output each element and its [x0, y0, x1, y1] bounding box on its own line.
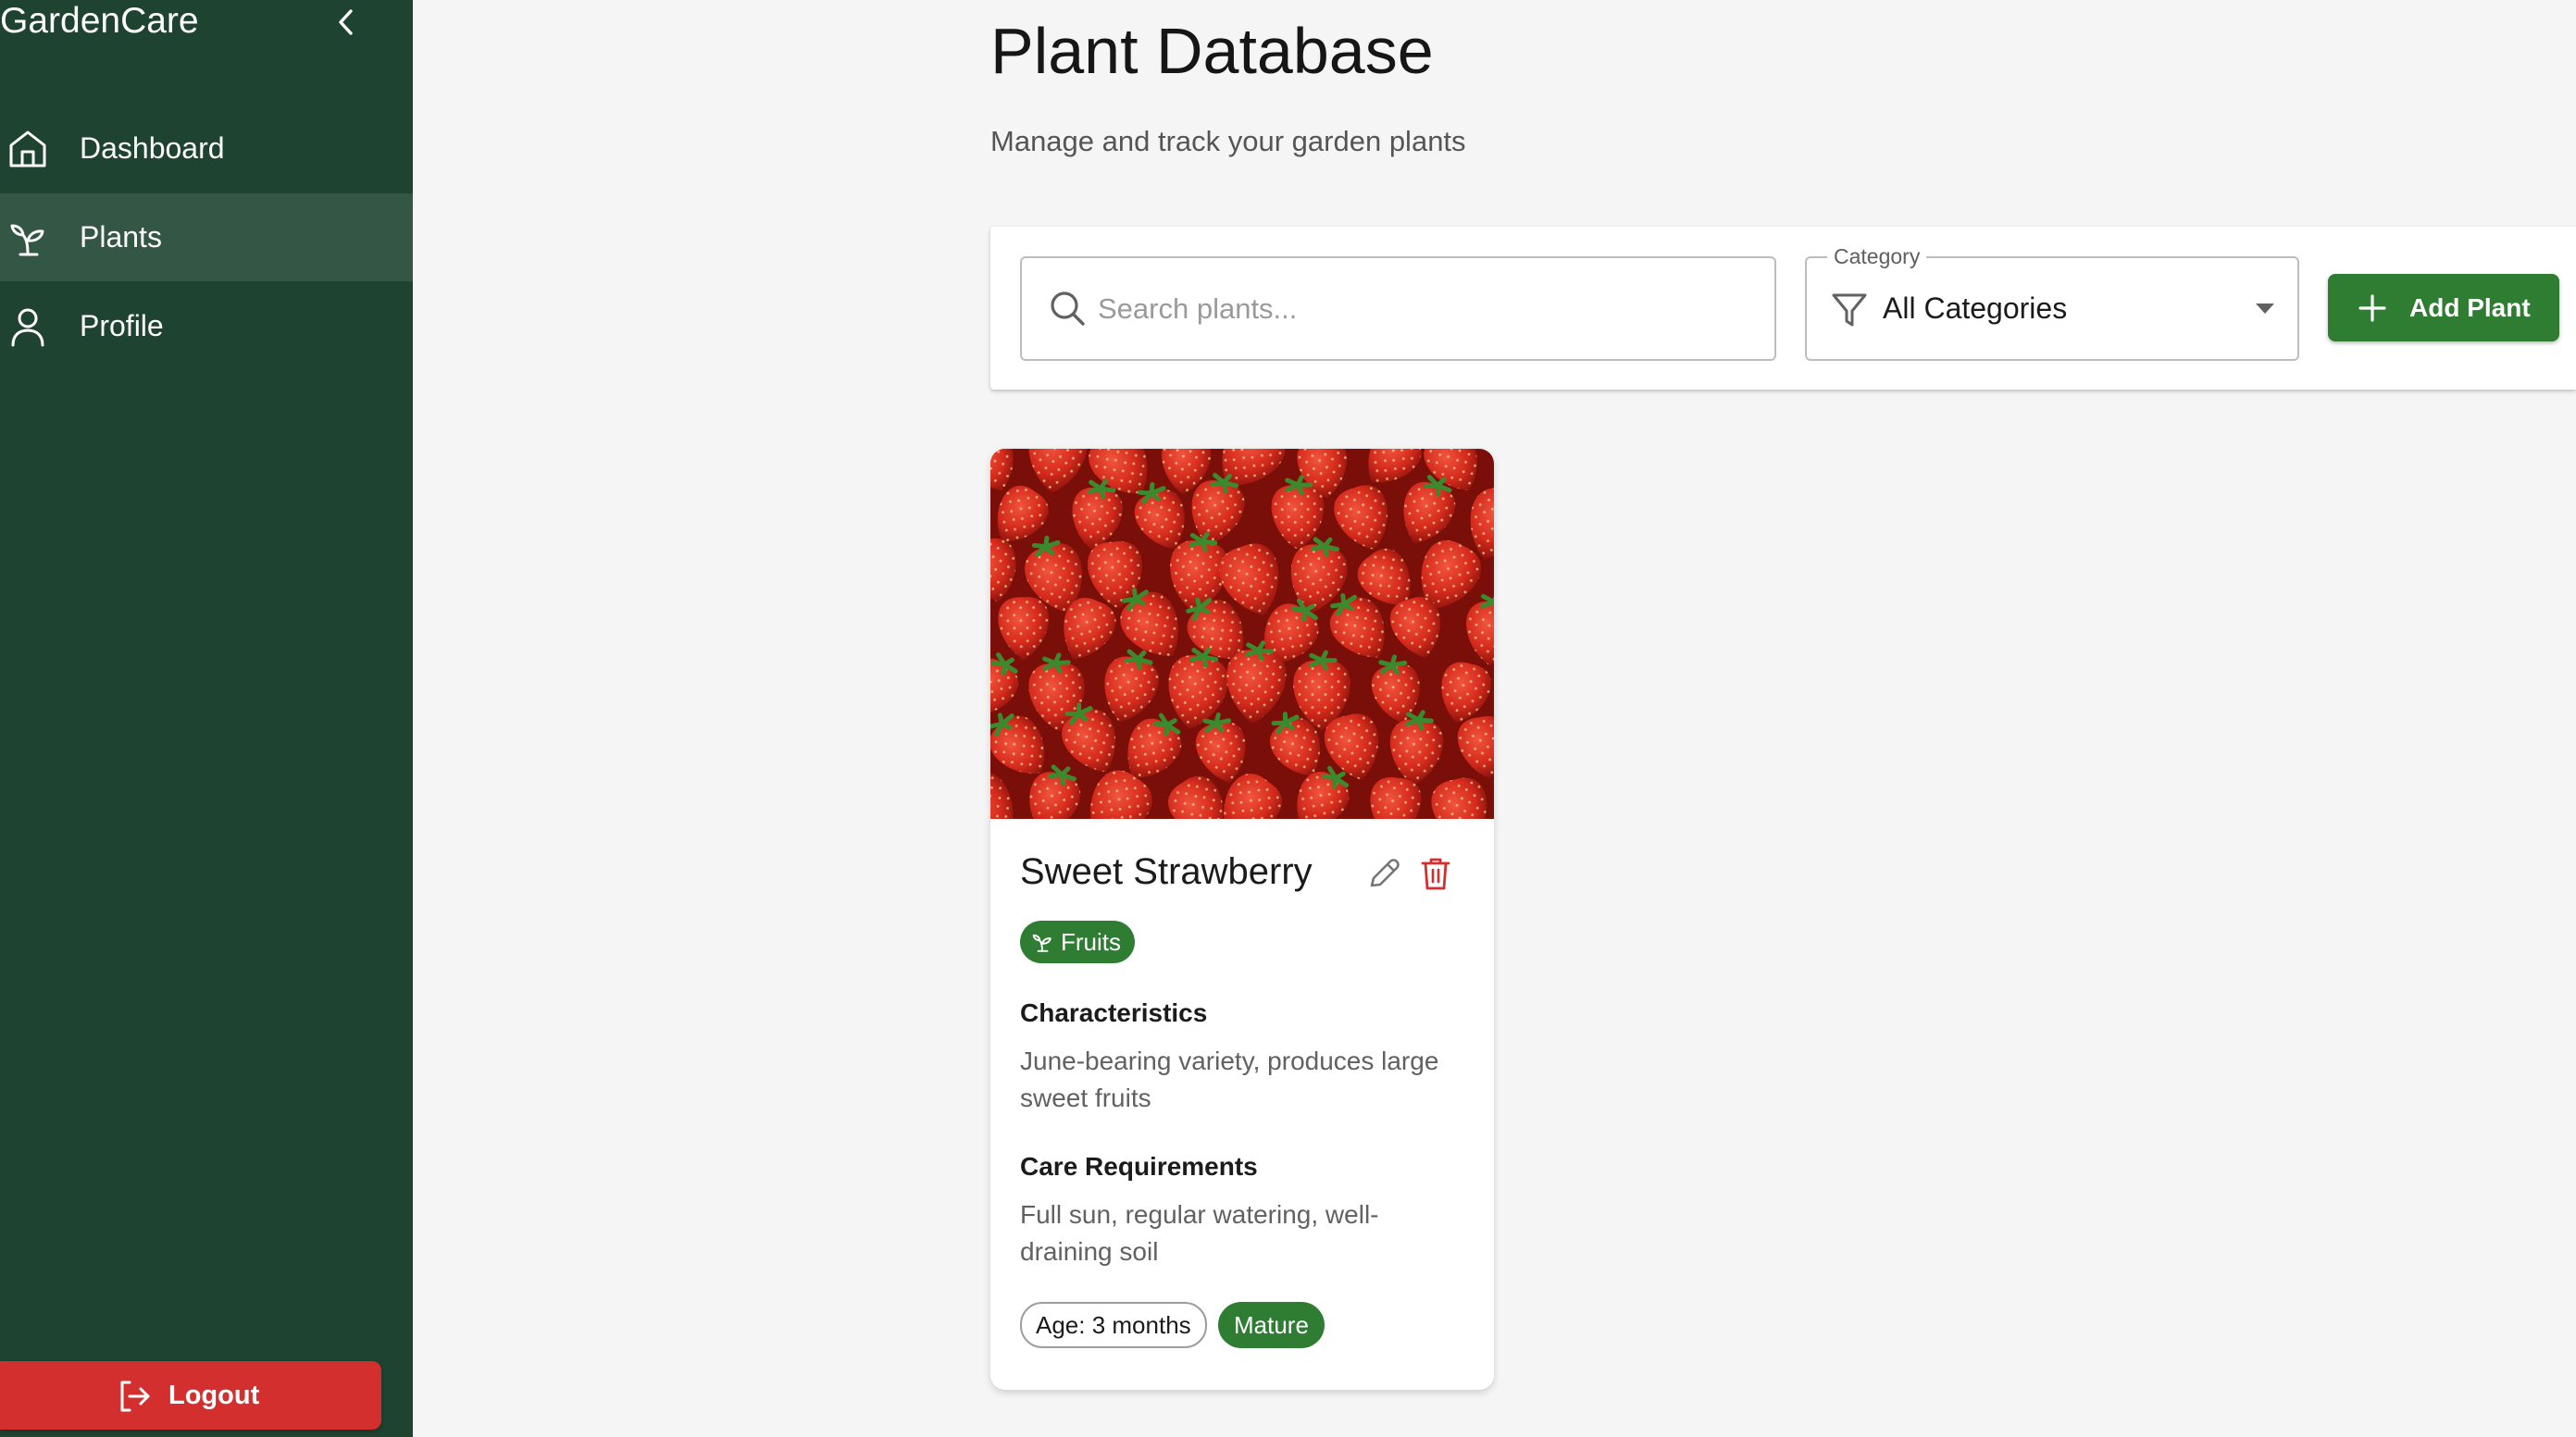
page-subtitle: Manage and track your garden plants — [990, 125, 1466, 157]
characteristics-heading: Characteristics — [1020, 998, 1208, 1027]
chevron-left-icon[interactable] — [331, 6, 361, 39]
age-chip: Age: 3 months — [1020, 1302, 1207, 1348]
category-select[interactable]: Category All Categories — [1805, 244, 2299, 361]
logout-button[interactable]: Logout — [0, 1361, 381, 1430]
sidebar: GardenCare Dashboard Plants Profile Logo… — [0, 0, 413, 1437]
sidebar-item-plants[interactable]: Plants — [0, 193, 413, 281]
care-text: Full sun, regular watering, well-drainin… — [1020, 1200, 1379, 1266]
plus-icon — [2358, 294, 2386, 322]
logout-label: Logout — [168, 1381, 260, 1410]
search-input[interactable] — [1098, 258, 1746, 359]
chevron-down-icon — [2256, 304, 2274, 314]
sidebar-item-label: Profile — [80, 309, 164, 342]
plant-name: Sweet Strawberry — [1020, 851, 1313, 892]
sprout-icon — [1032, 934, 1052, 952]
logout-icon — [120, 1381, 150, 1412]
home-icon — [9, 130, 46, 167]
sprout-icon — [10, 224, 44, 256]
page-title: Plant Database — [990, 15, 1434, 87]
category-value: All Categories — [1883, 291, 2068, 325]
sidebar-item-dashboard[interactable]: Dashboard — [0, 105, 413, 192]
growth-stage-chip: Mature — [1218, 1302, 1325, 1348]
characteristics-text: June-bearing variety, produces large swe… — [1020, 1047, 1439, 1112]
strawberries-photo — [990, 449, 1494, 819]
pencil-icon[interactable] — [1366, 856, 1401, 891]
trash-icon[interactable] — [1420, 856, 1451, 891]
add-plant-button[interactable]: Add Plant — [2328, 274, 2559, 341]
search-field[interactable] — [1020, 256, 1776, 361]
app-title: GardenCare — [0, 1, 199, 41]
add-plant-label: Add Plant — [2409, 293, 2531, 322]
sidebar-item-profile[interactable]: Profile — [0, 282, 413, 370]
filter-icon — [1832, 293, 1867, 327]
user-icon — [11, 308, 44, 347]
category-chip: Fruits — [1020, 921, 1135, 963]
search-icon — [1051, 291, 1085, 326]
plant-card[interactable]: Sweet Strawberry Fruits Characteristics … — [990, 449, 1494, 1390]
sidebar-item-label: Plants — [80, 220, 162, 254]
filter-toolbar: Category All Categories Add Plant — [990, 227, 2576, 390]
sidebar-item-label: Dashboard — [80, 131, 225, 165]
care-heading: Care Requirements — [1020, 1152, 1258, 1181]
category-chip-label: Fruits — [1061, 928, 1121, 956]
